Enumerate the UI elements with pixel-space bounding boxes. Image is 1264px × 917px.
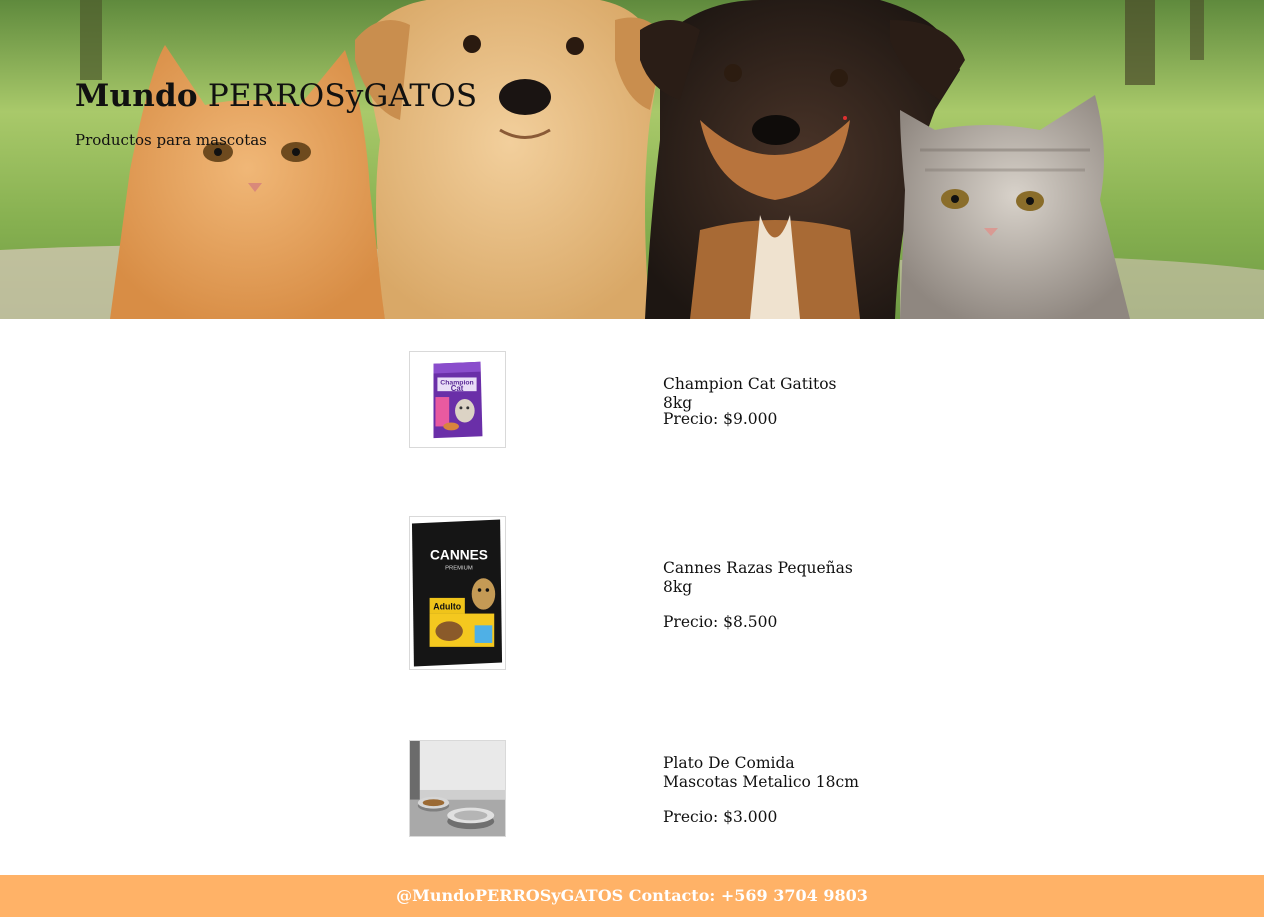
svg-text:Adulto: Adulto <box>433 602 461 612</box>
champion-cat-bag-image: Champion Cat <box>410 352 505 447</box>
product-image[interactable] <box>409 740 506 837</box>
svg-text:PREMIUM: PREMIUM <box>445 565 473 571</box>
product-image[interactable]: Champion Cat <box>409 351 506 448</box>
site-title-rest: PERROSyGATOS <box>207 78 478 114</box>
product-price: Precio: $3.000 <box>663 808 778 826</box>
product-name: Champion Cat Gatitos 8kg <box>663 375 837 412</box>
hero-banner: Mundo PERROSyGATOS Productos para mascot… <box>0 0 1264 319</box>
product-name: Plato De Comida Mascotas Metalico 18cm <box>663 754 859 791</box>
site-subtitle: Productos para mascotas <box>75 131 267 149</box>
product-image[interactable]: CANNES PREMIUM Adulto <box>409 516 506 670</box>
footer-contact: @MundoPERROSyGATOS Contacto: +569 3704 9… <box>0 875 1264 917</box>
svg-text:Cat: Cat <box>451 384 464 393</box>
svg-text:CANNES: CANNES <box>430 548 488 563</box>
product-price: Precio: $9.000 <box>663 410 778 428</box>
metal-food-bowls-image <box>410 741 505 836</box>
cannes-premium-bag-image: CANNES PREMIUM Adulto <box>410 517 505 669</box>
hero-photo <box>0 0 1264 319</box>
product-name: Cannes Razas Pequeñas 8kg <box>663 559 853 596</box>
site-title: Mundo PERROSyGATOS <box>75 78 477 114</box>
product-price: Precio: $8.500 <box>663 613 778 631</box>
site-title-bold: Mundo <box>75 78 198 114</box>
footer-text: @MundoPERROSyGATOS Contacto: +569 3704 9… <box>396 886 868 905</box>
